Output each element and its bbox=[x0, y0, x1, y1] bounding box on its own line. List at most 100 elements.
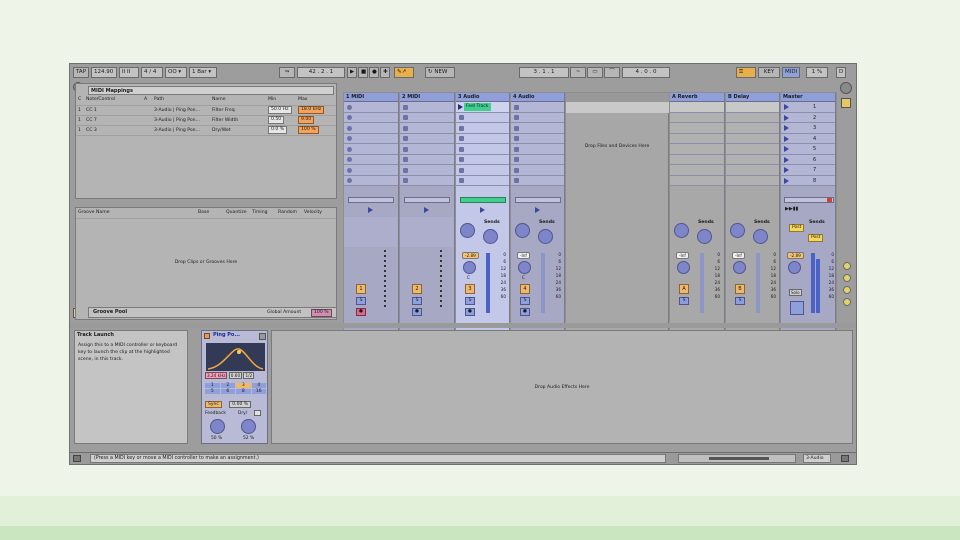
overview-strip[interactable] bbox=[678, 454, 796, 463]
clip-slot[interactable] bbox=[400, 165, 454, 176]
info-toggle-icon[interactable] bbox=[73, 455, 81, 462]
pan-knob[interactable] bbox=[788, 261, 801, 274]
max-value[interactable]: 9.00 bbox=[298, 116, 315, 124]
clip-slot[interactable] bbox=[456, 154, 509, 165]
clip-slot[interactable] bbox=[400, 133, 454, 144]
clip-slot[interactable] bbox=[511, 123, 564, 134]
max-cell[interactable]: 18.0 kHz bbox=[296, 105, 336, 116]
scene-launch[interactable]: 4 bbox=[781, 133, 835, 144]
solo-button[interactable]: S bbox=[412, 297, 422, 305]
solo-button[interactable]: S bbox=[465, 297, 475, 305]
draw-mode-button[interactable]: ✎↗ bbox=[394, 67, 414, 78]
solo-button[interactable]: S bbox=[679, 297, 689, 305]
metronome-button[interactable]: OO ▾ bbox=[165, 67, 187, 78]
master-stop-buttons[interactable]: ▶▶▮▮ bbox=[785, 206, 798, 212]
io-toggle-icon[interactable] bbox=[843, 262, 851, 270]
return-activator-button[interactable]: B bbox=[735, 284, 745, 294]
max-cell[interactable]: 9.00 bbox=[296, 115, 336, 126]
sync-button[interactable]: Sync bbox=[205, 401, 222, 408]
arm-button[interactable]: ● bbox=[465, 308, 475, 316]
clip-slot[interactable] bbox=[511, 133, 564, 144]
track-title[interactable]: 2 MIDI bbox=[400, 93, 454, 102]
solo-button[interactable]: S bbox=[356, 297, 366, 305]
clip-stop-button-icon[interactable] bbox=[424, 207, 429, 213]
clip-play-icon[interactable] bbox=[458, 104, 463, 110]
send-a-knob[interactable] bbox=[674, 223, 689, 238]
min-cell[interactable]: 0.50 bbox=[266, 115, 296, 126]
beat-button[interactable]: 2 bbox=[220, 383, 235, 388]
view-toggle-icon[interactable] bbox=[840, 82, 852, 94]
clip-slot[interactable] bbox=[456, 133, 509, 144]
mixer-toggle-icon[interactable] bbox=[843, 298, 851, 306]
clip-slot[interactable] bbox=[344, 175, 398, 186]
arm-button[interactable]: ● bbox=[412, 308, 422, 316]
session-view-toggle-icon[interactable] bbox=[841, 98, 851, 108]
clip-slot[interactable] bbox=[511, 175, 564, 186]
track-title[interactable]: 1 MIDI bbox=[344, 93, 398, 102]
clip-slot[interactable] bbox=[344, 123, 398, 134]
clip-slot[interactable] bbox=[511, 102, 564, 113]
clip-slot[interactable] bbox=[344, 102, 398, 113]
clip-stop-button-icon[interactable] bbox=[535, 207, 540, 213]
session-drop-column[interactable]: Drop Files and Devices Here bbox=[566, 93, 669, 349]
arrangement-position-field[interactable]: 42 . 2 . 1 bbox=[297, 67, 345, 78]
max-value[interactable]: 18.0 kHz bbox=[298, 106, 325, 114]
beat-button[interactable]: 6 bbox=[220, 389, 235, 394]
clip-slot[interactable] bbox=[456, 165, 509, 176]
solo-button[interactable]: S bbox=[735, 297, 745, 305]
table-row[interactable]: 1 CC 1 3-Audio | Ping Pon... Filter Freq… bbox=[76, 105, 336, 116]
solo-cue-button[interactable]: Solo bbox=[789, 289, 802, 296]
tap-tempo-button[interactable]: TAP bbox=[73, 67, 89, 78]
track-title[interactable]: Master bbox=[781, 93, 835, 102]
beat-button[interactable]: 8 bbox=[236, 389, 251, 394]
clip-slot[interactable] bbox=[400, 102, 454, 113]
overdub-button[interactable]: ✚ bbox=[380, 67, 390, 78]
table-row[interactable]: 1 CC 3 3-Audio | Ping Pon... Dry/Wet 0.0… bbox=[76, 125, 336, 136]
clip-slot[interactable] bbox=[344, 133, 398, 144]
arm-button[interactable]: ● bbox=[356, 308, 366, 316]
pan-knob[interactable] bbox=[733, 261, 746, 274]
sends-toggle-icon[interactable] bbox=[843, 274, 851, 282]
arm-button[interactable]: ● bbox=[520, 308, 530, 316]
max-cell[interactable]: 100 % bbox=[296, 125, 336, 136]
returns-toggle-icon[interactable] bbox=[843, 286, 851, 294]
device-power-icon[interactable] bbox=[204, 333, 210, 339]
track-activator-button[interactable]: 3 bbox=[465, 284, 475, 294]
return-volume-value[interactable]: -Inf bbox=[732, 252, 745, 259]
track-title[interactable]: 4 Audio bbox=[511, 93, 564, 102]
tempo-field[interactable]: 124.90 bbox=[91, 67, 117, 78]
beat-button[interactable]: 3 bbox=[236, 383, 251, 388]
midi-map-button[interactable]: MIDI bbox=[782, 67, 800, 78]
scene-launch[interactable]: 3 bbox=[781, 123, 835, 134]
pan-knob[interactable] bbox=[463, 261, 476, 274]
track-activator-button[interactable]: 1 bbox=[356, 284, 366, 294]
clip[interactable]: Feel Track bbox=[464, 103, 491, 111]
scene-launch[interactable]: 2 bbox=[781, 112, 835, 123]
clip-slot[interactable] bbox=[511, 165, 564, 176]
offset-value[interactable]: 0.00 % bbox=[229, 401, 252, 408]
feedback-knob[interactable] bbox=[210, 419, 225, 434]
send-a-knob[interactable] bbox=[460, 223, 475, 238]
scene-launch[interactable]: 7 bbox=[781, 165, 835, 176]
detail-toggle-icon[interactable] bbox=[841, 455, 849, 462]
filter-freq-value[interactable]: 3.24 kHz bbox=[205, 372, 228, 379]
scene-launch[interactable]: 8 bbox=[781, 175, 835, 186]
track-activator-button[interactable]: 2 bbox=[412, 284, 422, 294]
clip-slot[interactable] bbox=[511, 144, 564, 155]
post-button[interactable]: Post bbox=[808, 234, 824, 242]
device-menu-icon[interactable] bbox=[259, 333, 266, 340]
key-map-button[interactable]: KEY bbox=[758, 67, 780, 78]
play-button[interactable]: ▶ bbox=[347, 67, 357, 78]
punch-out-button[interactable]: ⌒ bbox=[604, 67, 620, 78]
clip-slot[interactable] bbox=[456, 112, 509, 123]
filter-width-value[interactable]: 0.60 bbox=[228, 372, 243, 379]
send-b-knob[interactable] bbox=[538, 229, 553, 244]
master-volume-value[interactable]: -2.89 bbox=[787, 252, 804, 259]
track-activator-button[interactable]: 4 bbox=[520, 284, 530, 294]
loop-button[interactable]: ▭ bbox=[587, 67, 603, 78]
clip-slot[interactable] bbox=[344, 154, 398, 165]
clip-slot[interactable] bbox=[344, 165, 398, 176]
send-a-knob[interactable] bbox=[515, 223, 530, 238]
global-amount-value[interactable]: 100 % bbox=[311, 309, 332, 317]
min-value[interactable]: 0.50 bbox=[268, 116, 285, 124]
